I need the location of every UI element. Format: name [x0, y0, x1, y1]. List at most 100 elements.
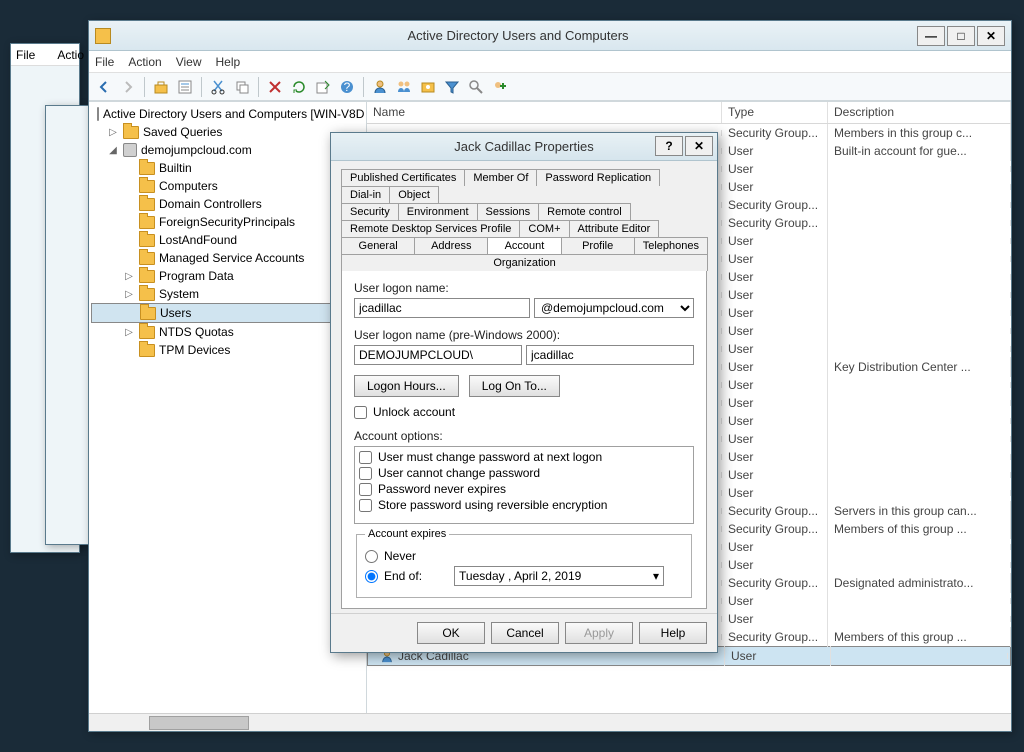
menu-action[interactable]: Action — [128, 55, 161, 69]
tab-profile[interactable]: Profile — [561, 237, 635, 254]
tree-node[interactable]: LostAndFound — [91, 231, 364, 249]
copy-icon[interactable] — [231, 76, 253, 98]
calendar-icon[interactable]: ▾ — [653, 569, 659, 583]
expand-icon[interactable]: ▷ — [123, 289, 135, 300]
row-desc: Members of this group ... — [828, 519, 1011, 539]
delete-icon[interactable] — [264, 76, 286, 98]
col-description[interactable]: Description — [828, 102, 1011, 123]
account-option[interactable]: Password never expires — [357, 481, 691, 497]
properties-icon[interactable] — [174, 76, 196, 98]
ok-button[interactable]: OK — [417, 622, 485, 644]
menu-view[interactable]: View — [176, 55, 202, 69]
help-icon[interactable]: ? — [336, 76, 358, 98]
dialog-help-button[interactable]: ? — [655, 136, 683, 156]
tab-security[interactable]: Security — [341, 203, 399, 220]
tree-node[interactable]: ▷Saved Queries — [91, 123, 364, 141]
new-user-icon[interactable] — [369, 76, 391, 98]
logon-name-input[interactable] — [354, 298, 530, 318]
tab-account[interactable]: Account — [487, 237, 561, 254]
tree-node[interactable]: Managed Service Accounts — [91, 249, 364, 267]
expand-icon[interactable]: ▷ — [123, 327, 135, 338]
tree-root[interactable]: Active Directory Users and Computers [WI… — [91, 105, 364, 123]
menu-file[interactable]: File — [95, 55, 114, 69]
export-icon[interactable] — [312, 76, 334, 98]
tab-telephones[interactable]: Telephones — [634, 237, 708, 254]
tab-environment[interactable]: Environment — [398, 203, 478, 220]
option-label: User cannot change password — [378, 466, 540, 480]
refresh-icon[interactable] — [288, 76, 310, 98]
expiry-date-picker[interactable]: Tuesday , April 2, 2019 ▾ — [454, 566, 664, 586]
domain-select[interactable]: @demojumpcloud.com — [534, 298, 694, 318]
tree-node[interactable]: Domain Controllers — [91, 195, 364, 213]
tab-object[interactable]: Object — [389, 186, 439, 203]
account-options-list[interactable]: User must change password at next logon … — [354, 446, 694, 524]
expand-icon[interactable]: ◢ — [107, 145, 119, 156]
tree-node[interactable]: ForeignSecurityPrincipals — [91, 213, 364, 231]
dialog-close-button[interactable]: ✕ — [685, 136, 713, 156]
tab-published-certificates[interactable]: Published Certificates — [341, 169, 465, 186]
tab-remote-desktop-services-profile[interactable]: Remote Desktop Services Profile — [341, 220, 520, 237]
app-icon — [95, 28, 111, 44]
row-type: Security Group... — [722, 501, 828, 521]
menu-help[interactable]: Help — [216, 55, 241, 69]
tab-member-of[interactable]: Member Of — [464, 169, 537, 186]
apply-button[interactable]: Apply — [565, 622, 633, 644]
log-on-to-button[interactable]: Log On To... — [469, 375, 560, 397]
tab-address[interactable]: Address — [414, 237, 488, 254]
add-to-group-icon[interactable] — [489, 76, 511, 98]
help-button[interactable]: Help — [639, 622, 707, 644]
row-desc — [828, 310, 1011, 316]
tab-dial-in[interactable]: Dial-in — [341, 186, 390, 203]
bg-menu-action[interactable]: Actio — [57, 48, 84, 62]
account-option[interactable]: User must change password at next logon — [357, 449, 691, 465]
aduc-icon — [97, 107, 99, 121]
tree-node[interactable]: Computers — [91, 177, 364, 195]
col-name[interactable]: Name — [367, 102, 722, 123]
tab-attribute-editor[interactable]: Attribute Editor — [569, 220, 660, 237]
tree-node[interactable]: ▷System — [91, 285, 364, 303]
tree-node[interactable]: ▷NTDS Quotas — [91, 323, 364, 341]
tree-node[interactable]: ◢demojumpcloud.com — [91, 141, 364, 159]
account-option[interactable]: User cannot change password — [357, 465, 691, 481]
find-icon[interactable] — [465, 76, 487, 98]
col-type[interactable]: Type — [722, 102, 828, 123]
dialog-title: Jack Cadillac Properties — [454, 139, 593, 154]
tree-node[interactable]: Users — [91, 303, 364, 323]
bg-menu-file[interactable]: File — [16, 48, 35, 62]
expand-icon[interactable]: ▷ — [107, 127, 119, 138]
tree-node[interactable]: Builtin — [91, 159, 364, 177]
tab-password-replication[interactable]: Password Replication — [536, 169, 660, 186]
account-option[interactable]: Store password using reversible encrypti… — [357, 497, 691, 513]
tree-node[interactable]: TPM Devices — [91, 341, 364, 359]
tab-organization[interactable]: Organization — [341, 254, 708, 271]
cut-icon[interactable] — [207, 76, 229, 98]
back-icon[interactable] — [93, 76, 115, 98]
cancel-button[interactable]: Cancel — [491, 622, 559, 644]
tab-general[interactable]: General — [341, 237, 415, 254]
logon-hours-button[interactable]: Logon Hours... — [354, 375, 459, 397]
maximize-button[interactable]: □ — [947, 26, 975, 46]
tab-sessions[interactable]: Sessions — [477, 203, 540, 220]
never-label: Never — [384, 549, 416, 563]
horizontal-scrollbar[interactable] — [89, 713, 1011, 731]
forward-icon[interactable] — [117, 76, 139, 98]
filter-icon[interactable] — [441, 76, 463, 98]
new-ou-icon[interactable] — [417, 76, 439, 98]
unlock-account-checkbox[interactable]: Unlock account — [354, 405, 694, 419]
tab-remote-control[interactable]: Remote control — [538, 203, 631, 220]
row-desc — [828, 220, 1011, 226]
scroll-thumb[interactable] — [149, 716, 249, 730]
expand-icon[interactable]: ▷ — [123, 271, 135, 282]
new-group-icon[interactable] — [393, 76, 415, 98]
expires-endof-radio[interactable]: End of: — [365, 569, 422, 583]
tree-pane[interactable]: Active Directory Users and Computers [WI… — [89, 102, 367, 713]
pre2k-user-input[interactable] — [526, 345, 694, 365]
tree-node[interactable]: ▷Program Data — [91, 267, 364, 285]
tree-root-label: Active Directory Users and Computers [WI… — [103, 107, 364, 121]
row-type: User — [722, 375, 828, 395]
expires-never-radio[interactable]: Never — [365, 549, 683, 563]
close-button[interactable]: ✕ — [977, 26, 1005, 46]
minimize-button[interactable]: — — [917, 26, 945, 46]
tab-com-[interactable]: COM+ — [519, 220, 569, 237]
up-icon[interactable] — [150, 76, 172, 98]
